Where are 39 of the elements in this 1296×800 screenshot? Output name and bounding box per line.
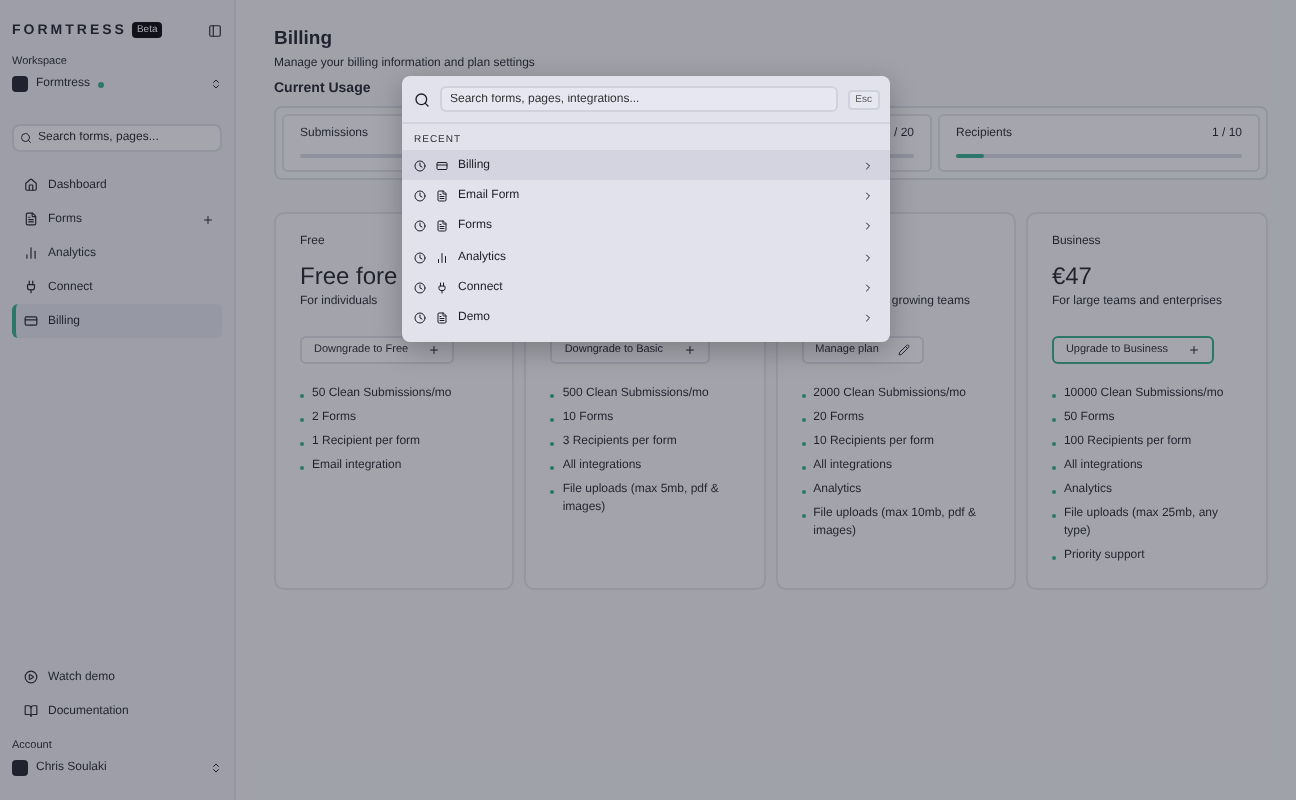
chevron-icon [862,159,874,172]
book-icon [24,704,38,718]
plug-icon [24,280,38,294]
document-icon [24,212,38,226]
document-icon [436,189,448,202]
workspace-logo [12,76,28,92]
search-icon [20,132,32,144]
document-icon [436,220,448,233]
plan-price: Free fore [300,262,398,290]
clock-icon [414,189,426,202]
chevron-icon [862,251,874,264]
sidebar-toggle-icon[interactable] [208,23,222,37]
clock-icon [414,159,426,172]
bar-chart-icon [24,246,38,260]
card-icon [24,314,38,328]
avatar [12,760,28,776]
plug-icon [436,281,448,294]
card-icon [436,159,448,172]
clock-icon [414,281,426,294]
clock-icon [414,251,426,264]
chevron-icon [862,312,874,325]
document-icon [436,312,448,325]
plus-icon [1188,344,1201,356]
chevron-icon [862,281,874,294]
home-icon [24,178,38,192]
pencil-icon [898,344,911,356]
plan-price: €47 [1051,262,1092,290]
plus-icon [683,344,696,356]
clock-icon [414,220,426,233]
clock-icon [414,312,426,325]
status-dot [98,81,104,87]
bar-chart-icon [436,251,448,264]
play-icon [24,670,38,684]
plus-icon [428,344,441,356]
plus-icon[interactable] [202,213,214,225]
search-icon [414,91,430,107]
page-title: Billing [274,28,335,50]
chevron-icon [862,220,874,233]
chevron-icon [862,189,874,202]
